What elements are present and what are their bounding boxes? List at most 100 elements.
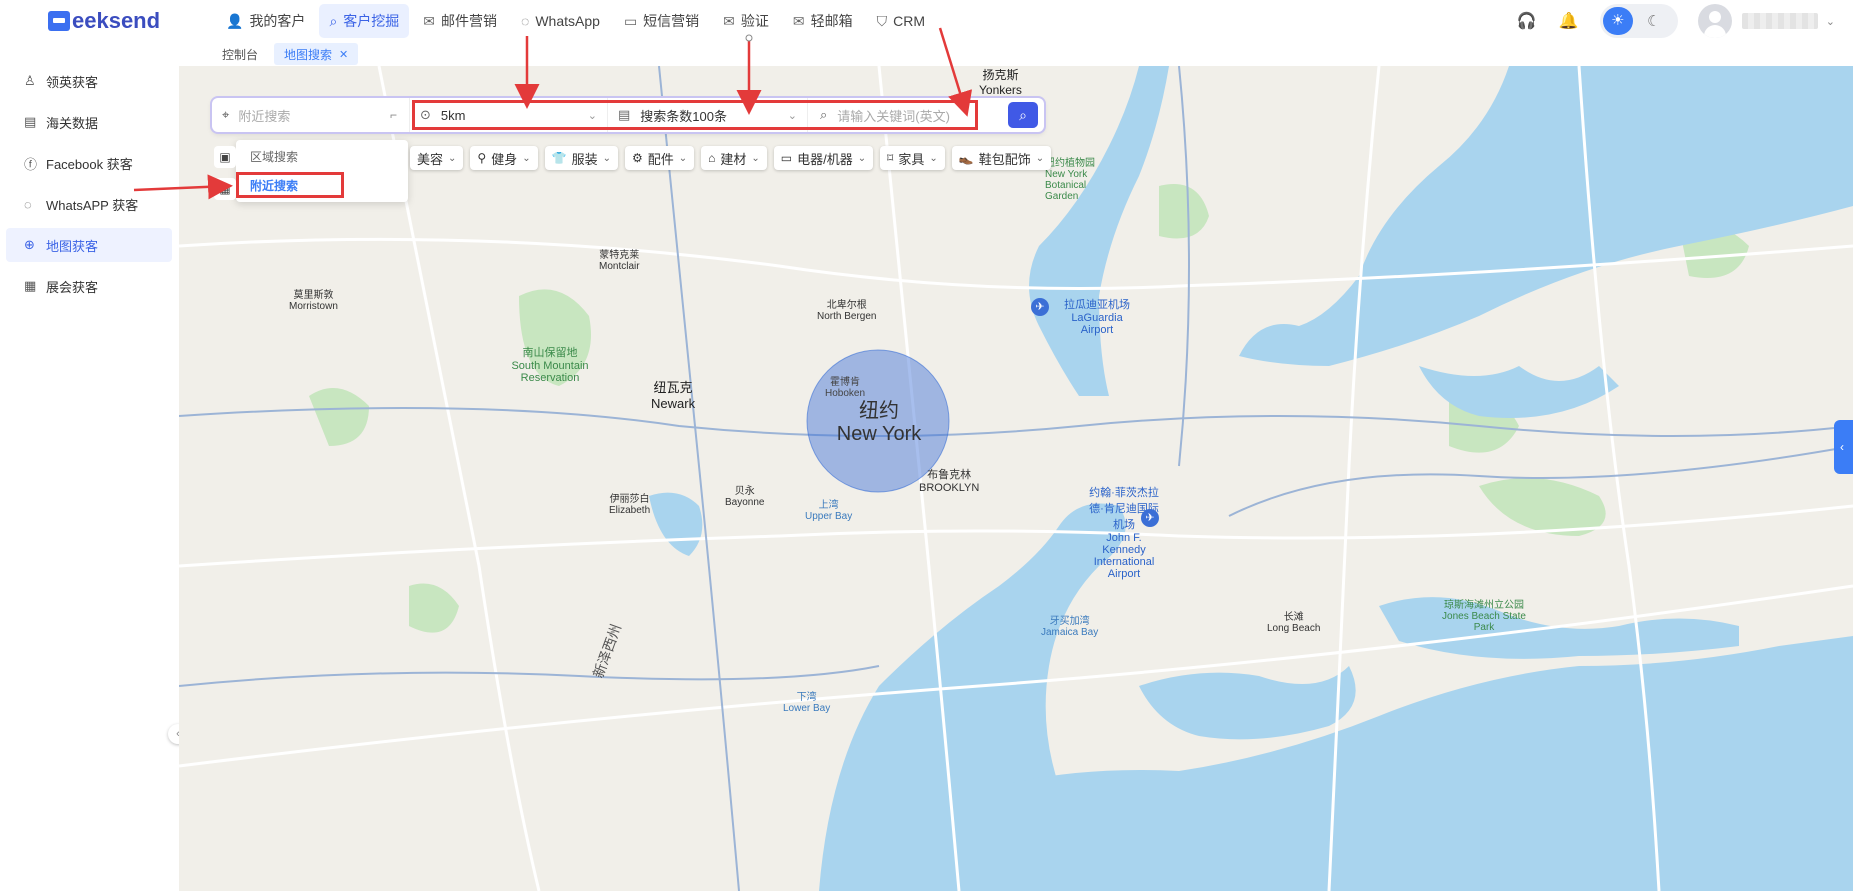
map-label-montclair: 蒙特克莱 Montclair <box>599 250 640 272</box>
map-label-morristown: 莫里斯敦 Morristown <box>289 290 338 312</box>
map-graphic <box>179 66 1853 891</box>
top-nav-bar: eeksend 👤 我的客户 ⌕ 客户挖掘 ✉ 邮件营销 ◌ WhatsApp ▭ 短信营… <box>0 0 1853 42</box>
right-panel-toggle[interactable]: ‹ <box>1834 420 1853 474</box>
category-shoes[interactable]: 👞 鞋包配饰 ⌄ <box>951 146 1052 170</box>
map-label-hoboken: 霍博肯 Hoboken <box>825 377 866 399</box>
map-label-jones-beach: 琼斯海滩州立公园 Jones Beach State Park <box>1442 600 1526 633</box>
nav-customer-mining[interactable]: ⌕ 客户挖掘 <box>319 4 410 38</box>
map-label-lower-bay: 下湾 Lower Bay <box>783 692 831 714</box>
map-label-long-beach: 长滩 Long Beach <box>1267 612 1321 634</box>
map-label-south-mountain: 南山保留地 South Mountain Reservation <box>511 347 589 384</box>
category-clothing[interactable]: 👕 服装 ⌄ <box>544 146 618 170</box>
map-label-jfk: 约翰·菲茨杰拉德·肯尼迪国际机场 John F. Kennedy Internat… <box>1089 487 1159 580</box>
chevron-down-icon: ⌄ <box>678 152 688 164</box>
sidebar-item-facebook[interactable]: ⓕ Facebook 获客 <box>6 146 172 180</box>
list-icon: ▤ <box>618 107 631 122</box>
category-building-material[interactable]: ⌂ 建材 ⌄ <box>701 146 767 170</box>
map-label-brooklyn: 布鲁克林 BROOKLYN <box>919 469 980 494</box>
map-label-upper-bay: 上湾 Upper Bay <box>805 500 853 522</box>
nav-sms-marketing[interactable]: ▭ 短信营销 <box>614 4 709 38</box>
nav-whatsapp[interactable]: ◌ WhatsApp <box>511 4 610 38</box>
map-label-jamaica-bay: 牙买加湾 Jamaica Bay <box>1041 616 1099 638</box>
nav-my-customers[interactable]: 👤 我的客户 <box>216 4 315 38</box>
verify-icon: ✉ <box>723 12 735 29</box>
search-mode-select[interactable]: ⌖ 附近搜索 ⌐ <box>212 98 410 132</box>
result-count-select[interactable]: ▤ 搜索条数100条 ⌄ <box>608 98 808 132</box>
grid-icon[interactable]: ▦ <box>214 178 236 200</box>
header-tools: 🎧 🔔 ☀ ☾ ⌄ <box>1510 0 1853 42</box>
avatar[interactable] <box>1697 4 1732 38</box>
building-material-icon: ⌂ <box>708 151 716 165</box>
chevron-down-icon[interactable]: ⌄ <box>1826 15 1835 28</box>
chevron-down-icon: ⌄ <box>1035 152 1045 164</box>
moon-icon[interactable]: ☾ <box>1633 12 1675 30</box>
sidebar-item-exhibition[interactable]: ▦ 展会获客 <box>6 269 172 303</box>
theme-toggle[interactable]: ☀ ☾ <box>1599 4 1678 38</box>
nav-light-mailbox[interactable]: ✉ 轻邮箱 <box>783 4 863 38</box>
search-icon: ⌕ <box>820 107 828 122</box>
map-label-elizabeth: 伊丽莎白 Elizabeth <box>609 494 651 516</box>
person-icon: ♙ <box>24 73 36 88</box>
username-redacted[interactable] <box>1741 13 1818 29</box>
sidebar-item-linkedin[interactable]: ♙ 领英获客 <box>6 64 172 98</box>
search-icon: ⌕ <box>329 12 338 29</box>
nav-verify[interactable]: ✉ 验证 <box>713 4 779 38</box>
sidebar: ♙ 领英获客 ▤ 海关数据 ⓕ Facebook 获客 ◌ WhatsAPP 获客 ⊕ 地… <box>0 62 178 891</box>
category-appliance[interactable]: ▭ 电器/机器 ⌄ <box>773 146 874 170</box>
mailbox-icon: ✉ <box>792 12 805 29</box>
chevron-down-icon: ⌄ <box>787 109 797 122</box>
category-beauty[interactable]: 美容 ⌄ <box>410 146 464 170</box>
user-icon: 👤 <box>226 12 244 29</box>
category-furniture[interactable]: ⌑ 家具 ⌄ <box>880 146 945 170</box>
category-fitness[interactable]: ⚲ 健身 ⌄ <box>470 146 538 170</box>
logo-text: eeksend <box>72 8 161 33</box>
crm-icon: ⛉ <box>876 12 888 29</box>
mail-icon: ✉ <box>423 12 436 29</box>
whatsapp-icon: ◌ <box>24 196 32 212</box>
option-area-search[interactable]: 区域搜索 <box>236 143 408 169</box>
sidebar-item-whatsapp[interactable]: ◌ WhatsAPP 获客 <box>6 187 172 221</box>
map-canvas[interactable]: 纽约 New York 纽瓦克 Newark 布鲁克林 BROOKLYN 霍博肯 Ho… <box>179 66 1853 891</box>
parts-icon: ⚙ <box>631 151 643 165</box>
search-mode-dropdown: 区域搜索 附近搜索 <box>236 140 408 202</box>
facebook-icon: ⓕ <box>24 156 38 172</box>
map-label-newark: 纽瓦克 Newark <box>651 380 696 411</box>
airport-icon: ✈ <box>1141 509 1159 527</box>
sidebar-item-customs-data[interactable]: ▤ 海关数据 <box>6 105 172 139</box>
sun-icon[interactable]: ☀ <box>1602 7 1633 35</box>
chevron-down-icon: ⌄ <box>857 152 867 164</box>
chevron-down-icon: ⌄ <box>602 152 611 164</box>
search-button[interactable]: ⌕ <box>1008 102 1038 128</box>
brand-logo[interactable]: eeksend <box>48 8 160 34</box>
radius-select[interactable]: ⊙ 5km ⌄ <box>410 98 608 132</box>
main-nav: 👤 我的客户 ⌕ 客户挖掘 ✉ 邮件营销 ◌ WhatsApp ▭ 短信营销 ✉ 验证 ✉ 轻… <box>216 4 935 38</box>
map-label-botanical-garden: 纽约植物园 New York Botanical Garden <box>1045 158 1095 202</box>
category-parts[interactable]: ⚙ 配件 ⌄ <box>624 146 695 170</box>
close-icon[interactable]: ✕ <box>339 48 348 61</box>
map-search-bar: ⌖ 附近搜索 ⌐ ⊙ 5km ⌄ ▤ 搜索条数100条 ⌄ ⌕ 请输入关键词(英… <box>212 98 1044 132</box>
logo-mark-icon <box>48 11 70 31</box>
chevron-down-icon: ⌄ <box>587 109 597 122</box>
appliance-icon: ▭ <box>780 151 793 165</box>
exhibition-icon: ▦ <box>24 278 37 293</box>
map-label-laguardia: 拉瓜迪亚机场 LaGuardia Airport <box>1064 299 1130 336</box>
sidebar-item-map[interactable]: ⊕ 地图获客 <box>6 228 172 262</box>
airport-icon: ✈ <box>1031 298 1049 316</box>
clothing-icon: 👕 <box>551 151 567 165</box>
furniture-icon: ⌑ <box>887 151 894 165</box>
car-icon[interactable]: ▣ <box>214 146 236 168</box>
sms-icon: ▭ <box>623 12 638 29</box>
tab-map-search[interactable]: 地图搜索 ✕ <box>274 43 359 65</box>
fitness-icon: ⚲ <box>477 151 487 165</box>
bell-icon[interactable]: 🔔 <box>1552 11 1586 31</box>
corner-icon: ⌐ <box>389 108 397 122</box>
chevron-down-icon: ⌄ <box>929 152 938 164</box>
nav-email-marketing[interactable]: ✉ 邮件营销 <box>413 4 507 38</box>
headset-icon[interactable]: 🎧 <box>1510 11 1544 31</box>
nav-crm[interactable]: ⛉ CRM <box>867 4 935 38</box>
option-nearby-search[interactable]: 附近搜索 <box>236 172 408 198</box>
tab-dashboard[interactable]: 控制台 <box>212 43 268 65</box>
globe-icon: ⊕ <box>24 237 35 252</box>
whatsapp-icon: ◌ <box>521 13 530 29</box>
location-pin-icon: ⊙ <box>420 107 431 122</box>
